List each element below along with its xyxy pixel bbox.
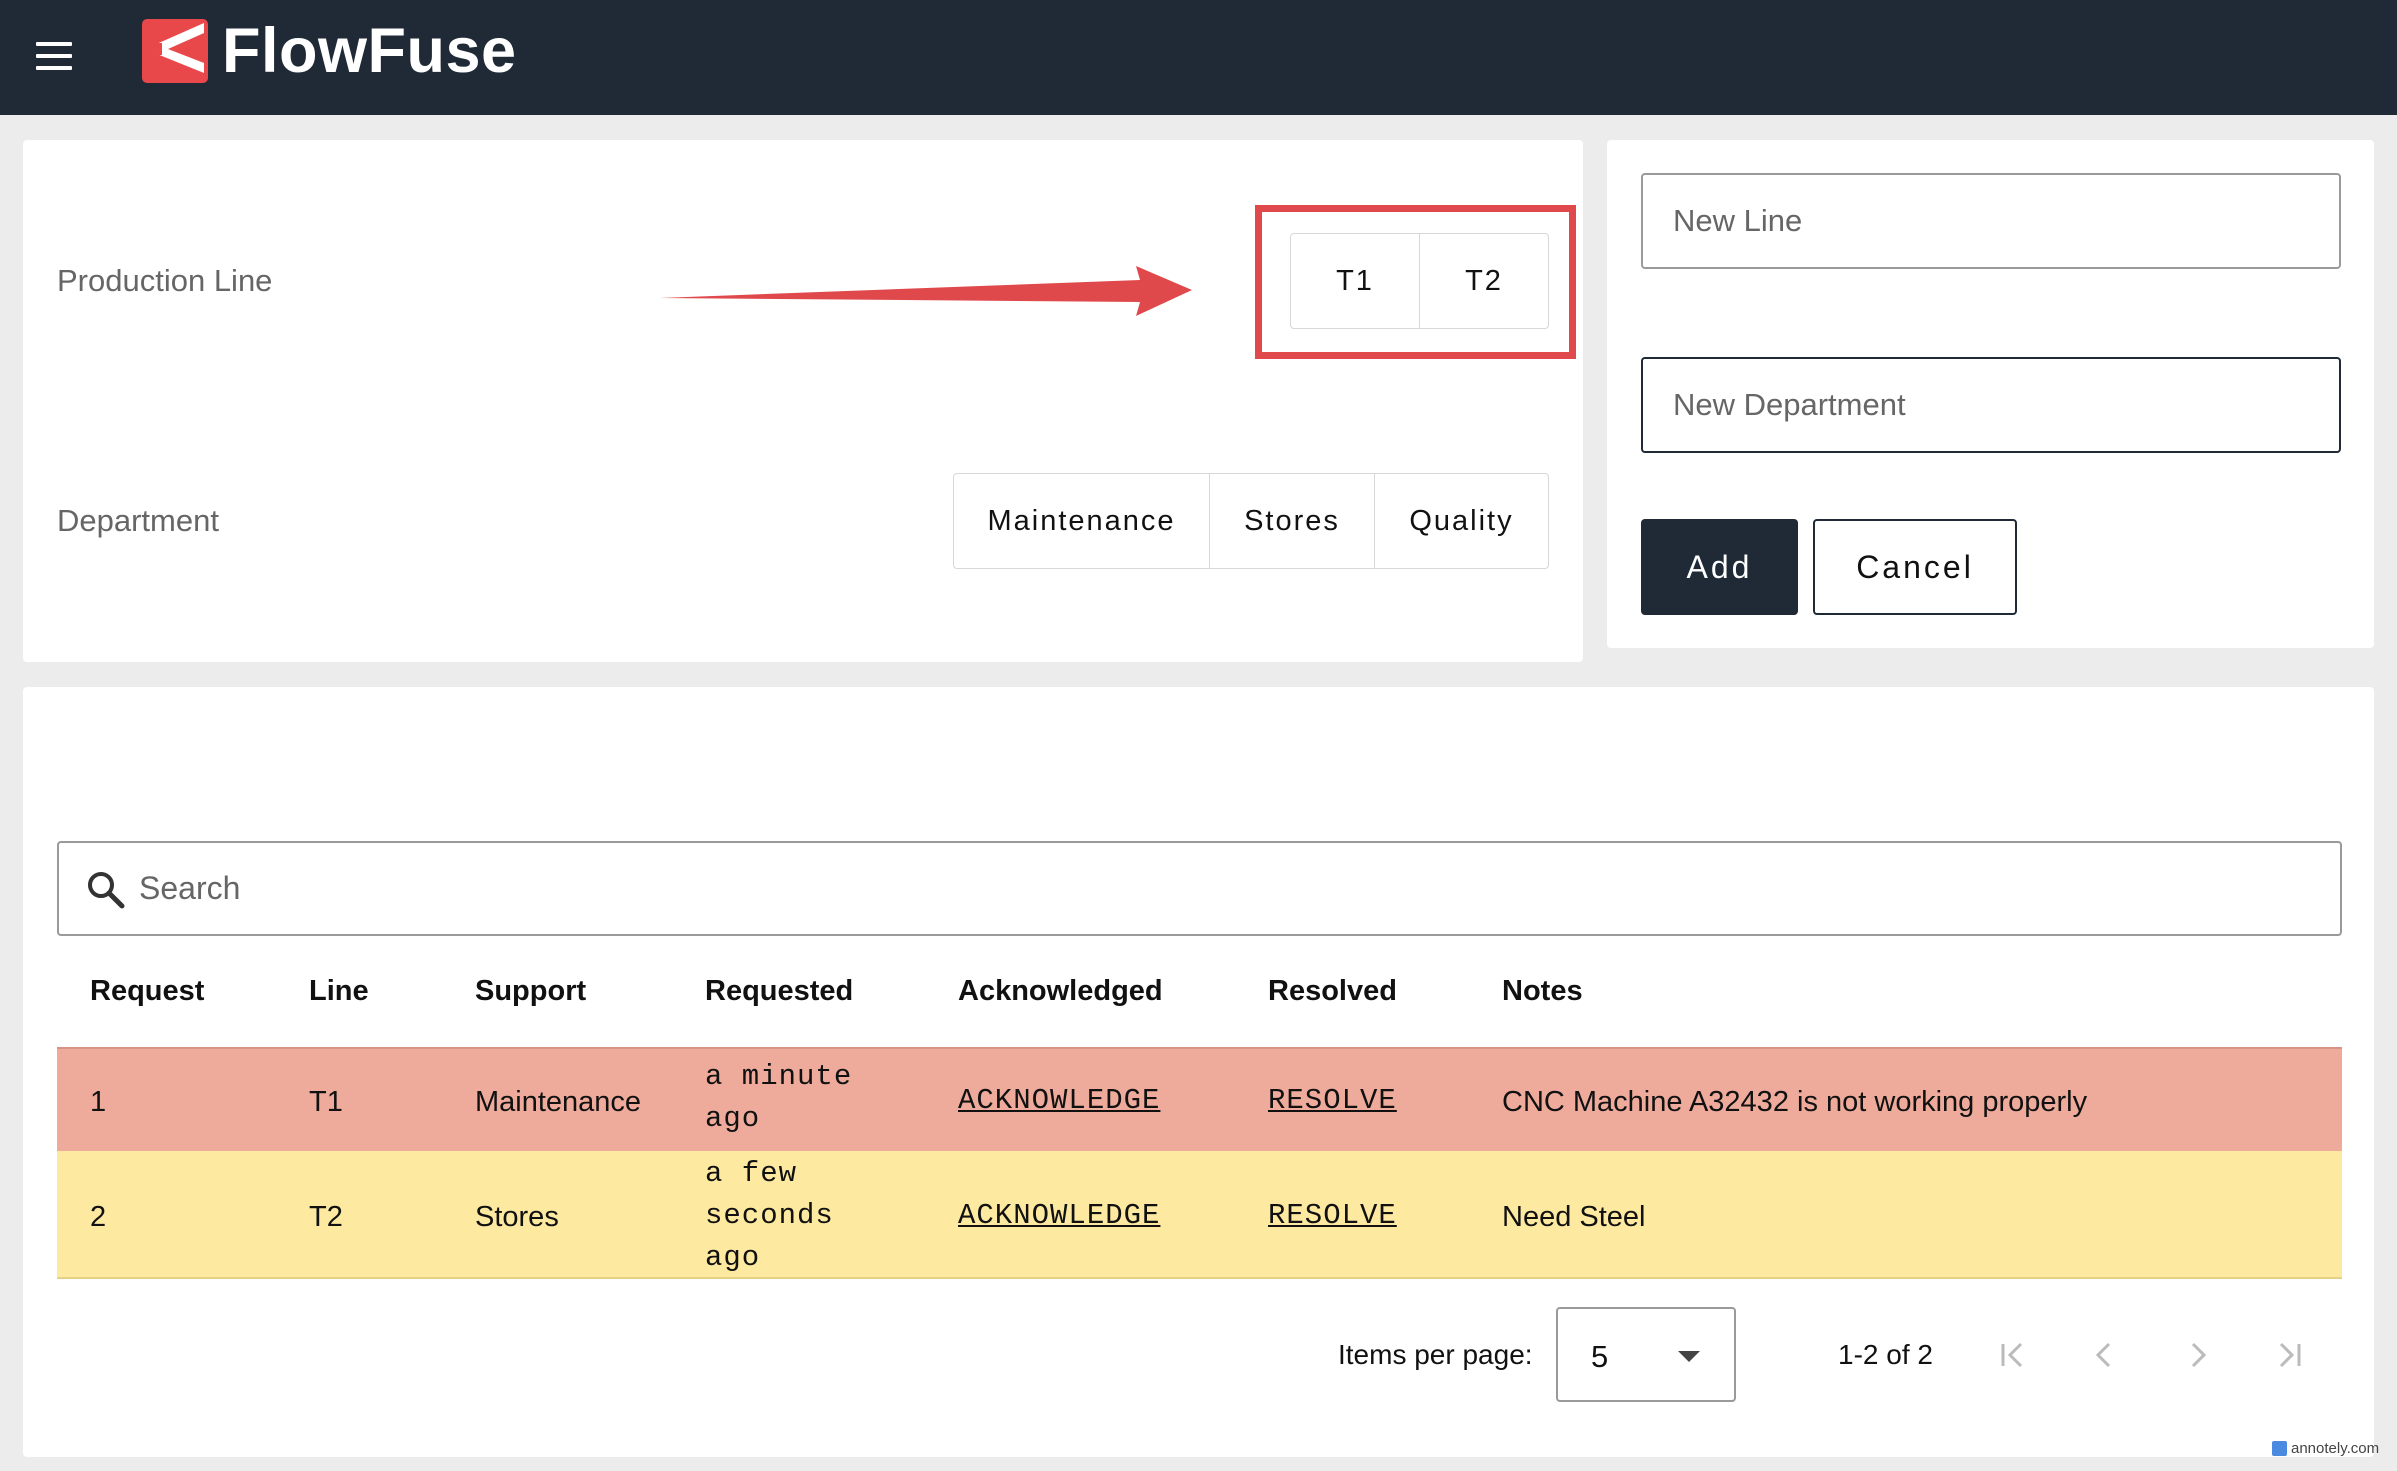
new-line-input[interactable] — [1641, 173, 2341, 269]
top-app-bar: FlowFuse — [0, 0, 2397, 115]
cell-line: T1 — [309, 1086, 343, 1118]
flowfuse-logo-icon — [142, 19, 208, 83]
next-page-icon[interactable] — [2172, 1330, 2222, 1380]
items-per-page-value: 5 — [1591, 1339, 1609, 1374]
items-per-page-select[interactable]: 5 — [1556, 1307, 1736, 1402]
cell-requested: a minute ago — [705, 1060, 853, 1135]
watermark: annotely.com — [2272, 1440, 2379, 1457]
cell-line: T2 — [309, 1201, 343, 1233]
search-field — [57, 841, 2342, 936]
resolve-link[interactable]: RESOLVE — [1268, 1084, 1397, 1117]
department-toggle: Maintenance Stores Quality — [953, 473, 1549, 569]
column-header-request[interactable]: Request — [90, 975, 204, 1008]
app-name: FlowFuse — [222, 16, 517, 86]
cell-support: Maintenance — [475, 1086, 642, 1118]
annotation-arrow-icon — [660, 266, 1192, 316]
column-header-resolved[interactable]: Resolved — [1268, 975, 1397, 1008]
column-header-acknowledged[interactable]: Acknowledged — [958, 975, 1163, 1008]
add-button[interactable]: Add — [1641, 519, 1798, 615]
acknowledge-link[interactable]: ACKNOWLEDGE — [958, 1084, 1160, 1117]
column-header-line[interactable]: Line — [309, 975, 369, 1008]
annotation-highlight-box — [1255, 205, 1576, 359]
search-icon — [88, 872, 125, 909]
dropdown-caret-icon — [1678, 1351, 1700, 1362]
pagination-range: 1-2 of 2 — [1838, 1339, 1933, 1370]
cell-request: 2 — [90, 1201, 107, 1233]
resolve-link[interactable]: RESOLVE — [1268, 1199, 1397, 1232]
watermark-text: annotely.com — [2291, 1440, 2380, 1457]
cell-support: Stores — [475, 1201, 559, 1233]
department-option-maintenance[interactable]: Maintenance — [954, 474, 1210, 568]
items-per-page-label: Items per page: — [1338, 1339, 1533, 1370]
department-option-quality[interactable]: Quality — [1375, 474, 1548, 568]
column-header-support[interactable]: Support — [475, 975, 586, 1008]
table-row — [57, 1151, 2342, 1279]
production-line-label: Production Line — [57, 263, 273, 298]
column-header-notes[interactable]: Notes — [1502, 975, 1583, 1008]
cell-request: 1 — [90, 1086, 107, 1118]
cell-requested: a few seconds ago — [705, 1157, 834, 1274]
acknowledge-link[interactable]: ACKNOWLEDGE — [958, 1199, 1160, 1232]
previous-page-icon[interactable] — [2080, 1330, 2130, 1380]
last-page-icon[interactable] — [2264, 1330, 2314, 1380]
logo: FlowFuse — [142, 19, 517, 83]
first-page-icon[interactable] — [1988, 1330, 2038, 1380]
cancel-button[interactable]: Cancel — [1813, 519, 2017, 615]
search-input[interactable] — [139, 843, 2319, 934]
column-header-requested[interactable]: Requested — [705, 975, 853, 1008]
cell-notes: Need Steel — [1502, 1201, 1646, 1233]
department-option-stores[interactable]: Stores — [1210, 474, 1375, 568]
menu-icon[interactable] — [34, 40, 74, 72]
cell-notes: CNC Machine A32432 is not working proper… — [1502, 1086, 2088, 1118]
annotely-logo-icon — [2272, 1441, 2287, 1456]
department-label: Department — [57, 503, 219, 538]
new-department-input[interactable] — [1641, 357, 2341, 453]
